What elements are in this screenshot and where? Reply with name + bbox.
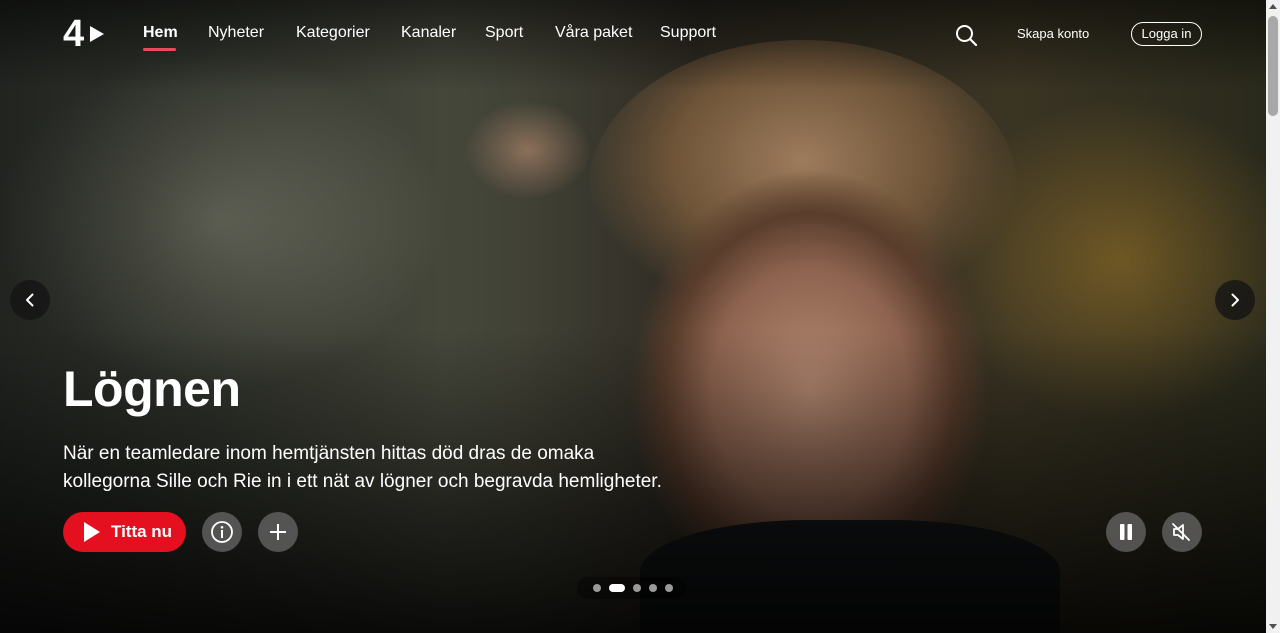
muted-speaker-icon [1172,523,1190,541]
page-scrollbar[interactable] [1266,0,1280,633]
hero-title: Lögnen [63,361,241,417]
carousel-dot[interactable] [633,584,641,592]
nav-item-hem[interactable]: Hem [143,24,178,42]
hero-description: När en teamledare inom hemtjänsten hitta… [63,440,743,496]
mute-button[interactable] [1162,512,1202,552]
hero-description-line: När en teamledare inom hemtjänsten hitta… [63,443,595,464]
nav-item-nyheter[interactable]: Nyheter [208,24,264,42]
hero-background [0,0,1266,633]
nav-item-kanaler[interactable]: Kanaler [401,24,456,42]
carousel-prev-button[interactable] [10,280,50,320]
watch-now-label: Titta nu [111,522,173,541]
tv4-play-logo[interactable]: 4 [63,13,113,55]
nav-item-vara-paket[interactable]: Våra paket [555,24,632,42]
chevron-right-icon [1231,293,1239,307]
top-navigation: 4 Hem Nyheter Kategorier Kanaler Sport V… [0,0,1266,66]
nav-item-kategorier[interactable]: Kategorier [296,24,370,42]
plus-icon [270,524,286,540]
play-icon [84,522,100,542]
login-button[interactable]: Logga in [1131,22,1202,46]
logo-number: 4 [63,13,84,55]
carousel-next-button[interactable] [1215,280,1255,320]
add-to-list-button[interactable] [258,512,298,552]
create-account-link[interactable]: Skapa konto [1017,26,1089,41]
carousel-dot[interactable] [665,584,673,592]
hero-description-line: kollegorna Sille och Rie in i ett nät av… [63,471,662,492]
pause-button[interactable] [1106,512,1146,552]
search-icon[interactable] [955,24,977,46]
nav-item-support[interactable]: Support [660,24,716,42]
nav-item-sport[interactable]: Sport [485,24,523,42]
carousel-indicators [577,577,687,599]
info-icon [211,521,233,543]
scroll-down-arrow-icon[interactable] [1269,624,1277,629]
info-button[interactable] [202,512,242,552]
logo-play-icon [90,26,105,42]
pause-icon [1120,524,1132,540]
watch-now-button[interactable]: Titta nu [63,512,186,552]
carousel-dot[interactable] [649,584,657,592]
scroll-up-arrow-icon[interactable] [1269,4,1277,9]
chevron-left-icon [26,293,34,307]
carousel-dot-active[interactable] [609,584,625,592]
carousel-dot[interactable] [593,584,601,592]
nav-active-indicator [143,48,176,51]
hero-gradient-overlay [0,0,1266,633]
scrollbar-thumb[interactable] [1268,16,1278,116]
